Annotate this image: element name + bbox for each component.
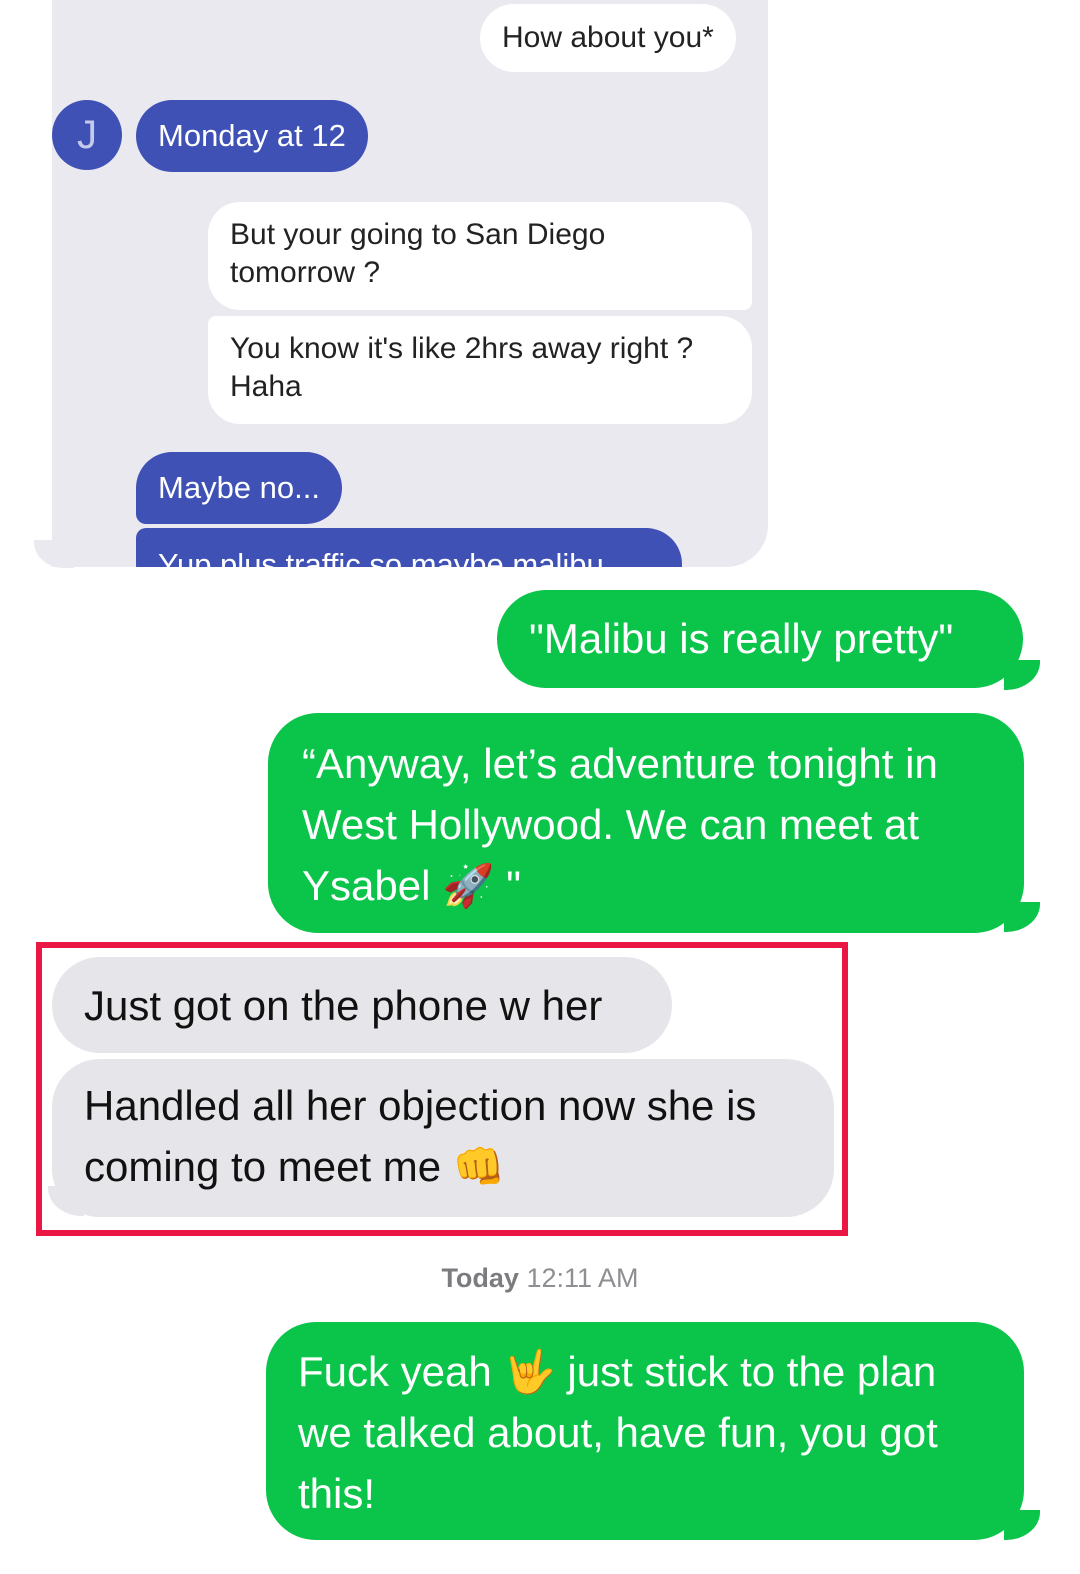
embedded-message: You know it's like 2hrs away right ? Hah… xyxy=(208,316,752,424)
sent-message: Fuck yeah 🤟 just stick to the plan we ta… xyxy=(266,1322,1024,1540)
sent-message: "Malibu is really pretty" xyxy=(497,590,1023,688)
rocket-icon: 🚀 xyxy=(442,861,495,910)
embedded-message: But your going to San Diego tomorrow ? xyxy=(208,202,752,310)
embedded-message: Yup plus traffic so maybe malibu xyxy=(136,528,682,567)
embedded-chat-screenshot: How about you* J Monday at 12 But your g… xyxy=(52,0,768,567)
timestamp: Today 12:11 AM xyxy=(441,1263,639,1293)
avatar: J xyxy=(52,100,122,170)
highlight-box xyxy=(36,942,848,1236)
embedded-message: Maybe no... xyxy=(136,452,342,524)
embedded-message: Monday at 12 xyxy=(136,100,368,172)
embedded-message: How about you* xyxy=(480,4,736,72)
sent-message: “Anyway, let’s adventure tonight in West… xyxy=(268,713,1024,933)
love-you-hand-icon: 🤟 xyxy=(503,1347,556,1396)
